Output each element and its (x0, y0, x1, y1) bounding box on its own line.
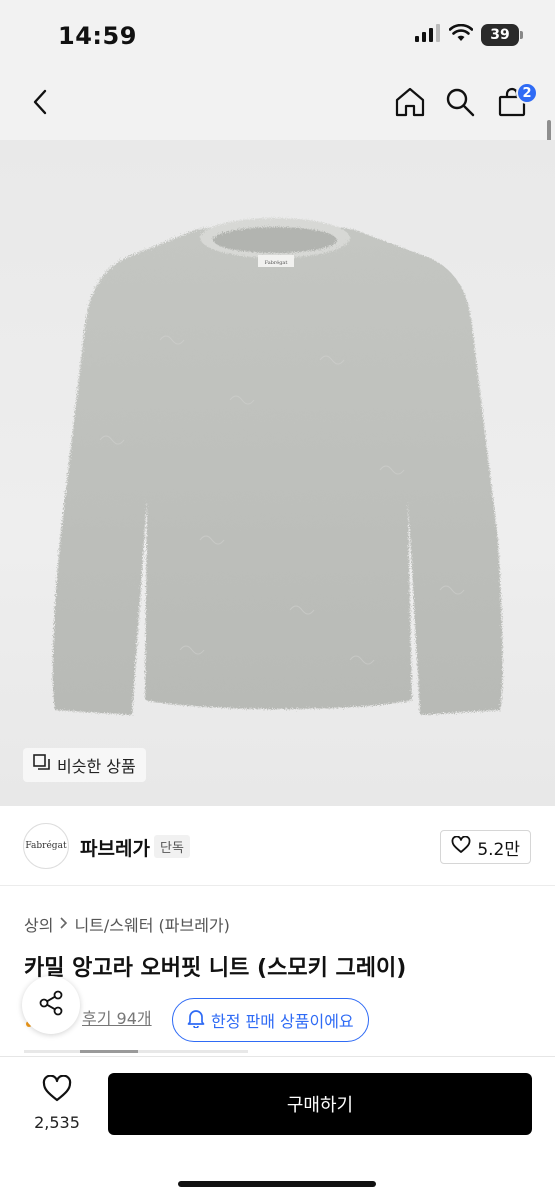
back-chevron-icon (32, 89, 48, 119)
share-button[interactable] (22, 976, 80, 1034)
heart-icon (451, 835, 471, 859)
cart-count-badge: 2 (516, 82, 538, 104)
bottom-action-bar: 2,535 구매하기 (0, 1056, 555, 1200)
wishlist-button[interactable]: 2,535 (24, 1074, 90, 1132)
exclusive-tag: 단독 (154, 835, 190, 858)
home-indicator (178, 1181, 376, 1187)
wishlist-count: 2,535 (34, 1113, 80, 1132)
brand-like-button[interactable]: 5.2만 (440, 830, 531, 864)
cart-button[interactable]: 2 (492, 82, 538, 124)
similar-products-label: 비슷한 상품 (57, 757, 136, 776)
copy-icon (33, 754, 51, 776)
home-icon (394, 87, 426, 121)
search-icon (445, 87, 475, 121)
sweater-image: Fabrégat (52, 218, 503, 715)
search-button[interactable] (440, 84, 480, 124)
product-image[interactable]: Fabrégat 비슷한 상품 (0, 140, 555, 806)
reviews-link[interactable]: 후기 94개 (82, 1005, 152, 1029)
share-icon (37, 989, 65, 1021)
top-navigation: 2 (0, 70, 555, 140)
status-time: 14:59 (58, 22, 137, 50)
status-icons: 39 (415, 23, 523, 46)
brand-row: Fabrégat 파브레가 단독 5.2만 (0, 806, 555, 886)
product-title: 카밀 앙고라 오버핏 니트 (스모키 그레이) (24, 956, 407, 981)
breadcrumb-category[interactable]: 상의 (24, 912, 53, 936)
section-tab-indicator (24, 1050, 534, 1054)
heart-icon (42, 1074, 72, 1107)
wifi-icon (448, 23, 474, 46)
battery-icon: 39 (481, 24, 523, 46)
breadcrumb-subcategory[interactable]: 니트/스웨터 (파브레가) (74, 912, 229, 936)
bell-icon (187, 1008, 205, 1032)
brand-like-count: 5.2만 (477, 839, 520, 860)
home-button[interactable] (390, 84, 430, 124)
garment-label: Fabrégat (265, 259, 288, 266)
brand-logo[interactable]: Fabrégat (23, 823, 69, 869)
limited-sale-text: 한정 판매 상품이에요 (211, 1012, 354, 1031)
buy-button[interactable]: 구매하기 (108, 1073, 532, 1135)
limited-sale-notice[interactable]: 한정 판매 상품이에요 (172, 998, 369, 1042)
chevron-right-icon (59, 915, 68, 934)
similar-products-button[interactable]: 비슷한 상품 (23, 748, 146, 782)
breadcrumb: 상의 니트/스웨터 (파브레가) (24, 912, 230, 936)
status-bar: 14:59 39 (0, 0, 555, 70)
brand-name[interactable]: 파브레가 (80, 834, 150, 861)
back-button[interactable] (20, 84, 60, 124)
cellular-signal-icon (415, 24, 441, 46)
